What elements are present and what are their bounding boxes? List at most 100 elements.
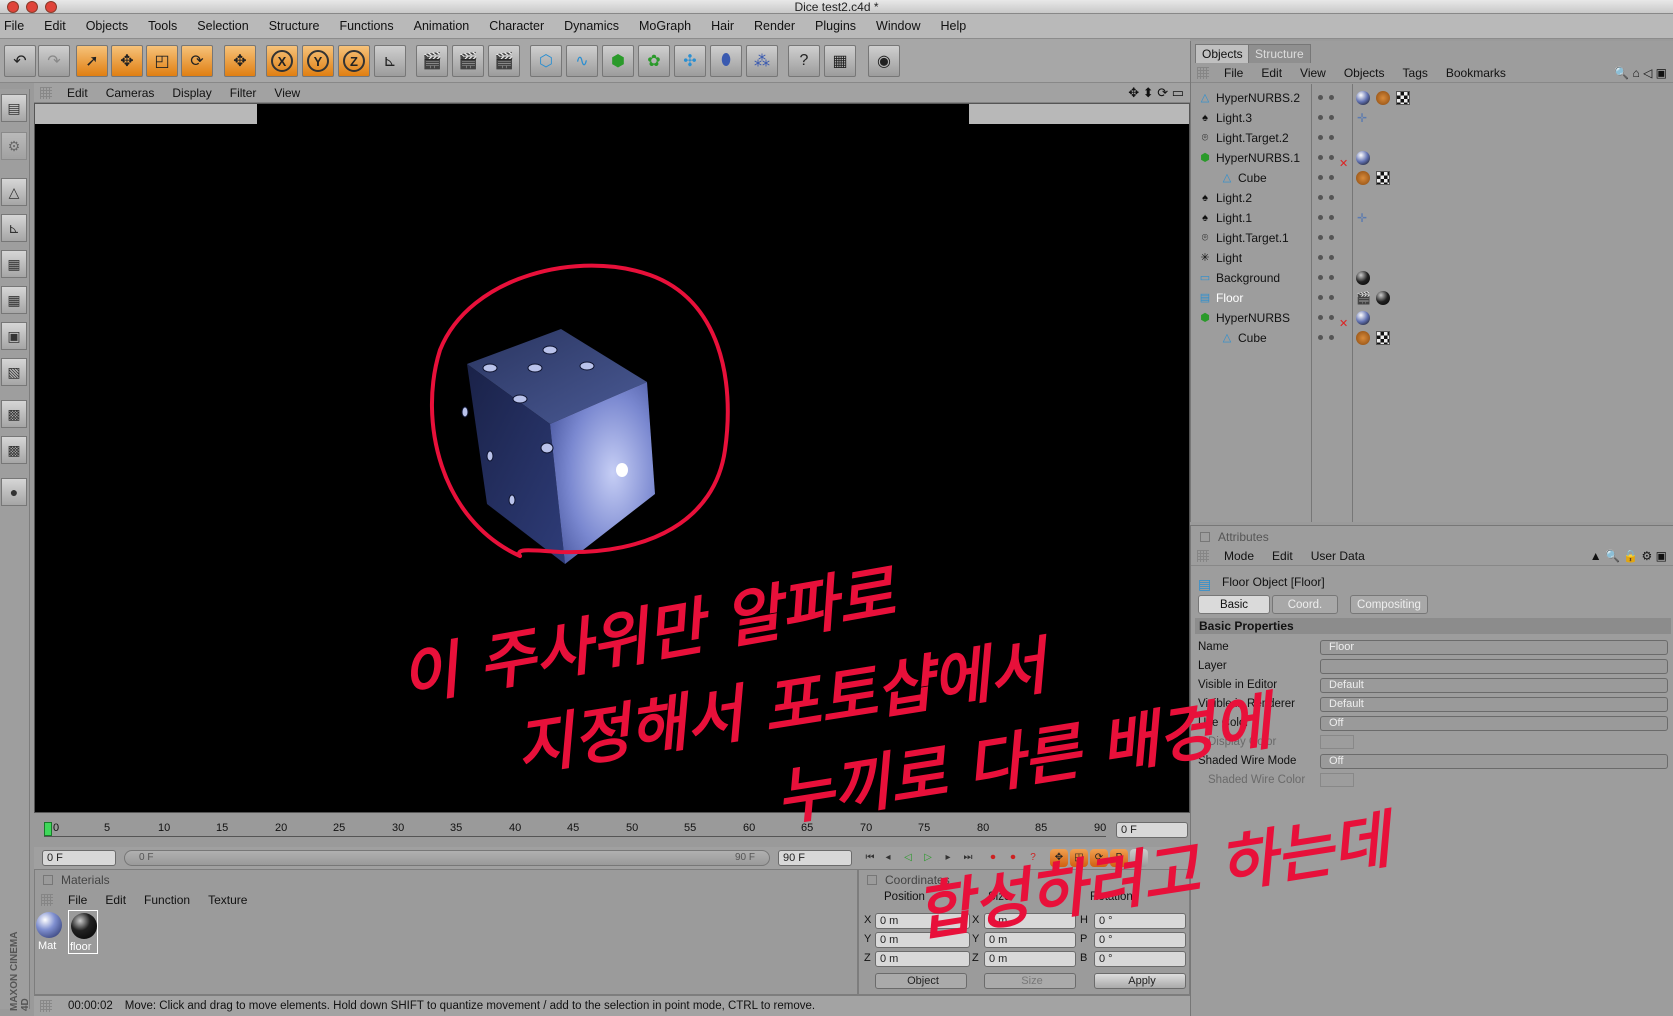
position-z-field[interactable]: 0 m	[875, 951, 970, 967]
timeline-playhead[interactable]	[44, 822, 52, 836]
rotation-h-field[interactable]: 0 °	[1094, 913, 1186, 929]
x-axis-button[interactable]: X	[266, 45, 298, 77]
texture-tag-icon[interactable]	[1356, 331, 1370, 345]
use-color-dropdown[interactable]: Off	[1320, 716, 1668, 731]
size-z-field[interactable]: 0 m	[984, 951, 1076, 967]
target-tag-icon[interactable]: ✛	[1357, 211, 1367, 225]
uv-button[interactable]: ▧	[1, 358, 27, 386]
autokey-icon[interactable]: ⏺	[1005, 850, 1021, 866]
texture-button[interactable]: ▩	[1, 400, 27, 428]
layout-quad-button[interactable]: ▣	[1, 322, 27, 350]
uvw-tag-icon[interactable]	[1376, 171, 1390, 185]
use-points-button[interactable]: △	[1, 178, 27, 206]
menu-hair[interactable]: Hair	[699, 19, 742, 33]
visibility-dots[interactable]	[1316, 208, 1340, 228]
materials-menu-file[interactable]: File	[59, 893, 96, 907]
objects-menu-objects[interactable]: Objects	[1335, 66, 1394, 80]
menu-selection[interactable]: Selection	[185, 19, 256, 33]
visibility-dots[interactable]	[1316, 268, 1340, 288]
next-key-icon[interactable]: ▸	[940, 850, 956, 866]
undo-button[interactable]: ↶	[4, 45, 36, 77]
visible-in-editor-dropdown[interactable]: Default	[1320, 678, 1668, 693]
menu-dynamics[interactable]: Dynamics	[552, 19, 627, 33]
menu-structure[interactable]: Structure	[257, 19, 328, 33]
menu-objects[interactable]: Objects	[74, 19, 136, 33]
close-window-button[interactable]	[7, 1, 19, 13]
viewport-menu-cameras[interactable]: Cameras	[97, 86, 164, 100]
prev-key-icon[interactable]: ◂	[880, 850, 896, 866]
visibility-dots[interactable]	[1316, 128, 1340, 148]
add-nurbs-button[interactable]: ⬢	[602, 45, 634, 77]
visibility-dots[interactable]	[1316, 88, 1340, 108]
shaded-wire-color-swatch[interactable]	[1320, 773, 1354, 787]
viewport-menu-filter[interactable]: Filter	[221, 86, 266, 100]
tab-basic[interactable]: Basic	[1198, 595, 1270, 614]
disabled-x-icon[interactable]: ✕	[1339, 157, 1348, 170]
rotation-b-field[interactable]: 0 °	[1094, 951, 1186, 967]
add-scene-object-button[interactable]: ⬮	[710, 45, 742, 77]
sculpt-button[interactable]: ●	[1, 478, 27, 506]
objects-menu-edit[interactable]: Edit	[1252, 66, 1291, 80]
object-row[interactable]: ⬢ HyperNURBS	[1199, 308, 1311, 328]
attributes-menu-user-data[interactable]: User Data	[1302, 549, 1374, 563]
object-row[interactable]: ⌾ Light.Target.2	[1199, 128, 1311, 148]
key-scale-button[interactable]: ◰	[1070, 849, 1088, 867]
apply-button[interactable]: Apply	[1094, 973, 1186, 989]
menu-plugins[interactable]: Plugins	[803, 19, 864, 33]
object-row[interactable]: △ Cube	[1199, 328, 1311, 348]
add-cube-button[interactable]: ⬡	[530, 45, 562, 77]
size-mode-dropdown[interactable]: Size	[984, 973, 1076, 989]
object-row[interactable]: △ HyperNURBS.2	[1199, 88, 1311, 108]
live-selection-button[interactable]: ➚	[76, 45, 108, 77]
material-swatch-floor[interactable]: floor	[68, 910, 98, 954]
timeline-button[interactable]: ▦	[824, 45, 856, 77]
render-view-button[interactable]: 🎬	[416, 45, 448, 77]
rotation-p-field[interactable]: 0 °	[1094, 932, 1186, 948]
viewport-menu-edit[interactable]: Edit	[58, 86, 97, 100]
menu-tools[interactable]: Tools	[136, 19, 185, 33]
current-frame-field[interactable]: 0 F	[1116, 822, 1188, 838]
menu-functions[interactable]: Functions	[327, 19, 401, 33]
materials-menu-edit[interactable]: Edit	[96, 893, 135, 907]
viewport-menu-view[interactable]: View	[265, 86, 309, 100]
object-row[interactable]: ⌾ Light.Target.1	[1199, 228, 1311, 248]
position-x-field[interactable]: 0 m	[875, 913, 970, 929]
use-polygons-button[interactable]: ▦	[1, 250, 27, 278]
use-object-button[interactable]: ⚙	[1, 132, 27, 160]
move-tool-button[interactable]: ✥	[111, 45, 143, 77]
visibility-dots[interactable]	[1316, 248, 1340, 268]
attributes-nav-icons[interactable]: ▲ 🔍 🔒 ⚙ ▣	[1590, 549, 1673, 563]
viewport-menu-display[interactable]: Display	[163, 86, 220, 100]
visibility-dots[interactable]	[1316, 188, 1340, 208]
object-row[interactable]: ▤ Floor	[1199, 288, 1311, 308]
texture-tag-icon[interactable]	[1376, 91, 1390, 105]
panel-toggle-icon[interactable]	[867, 875, 877, 885]
panel-toggle-icon[interactable]	[1200, 532, 1210, 542]
minimize-window-button[interactable]	[26, 1, 38, 13]
visibility-dots[interactable]	[1316, 288, 1340, 308]
record-icon[interactable]: ⏺	[985, 850, 1001, 866]
tab-objects[interactable]: Objects	[1195, 44, 1250, 63]
visible-in-renderer-dropdown[interactable]: Default	[1320, 697, 1668, 712]
display-color-swatch[interactable]	[1320, 735, 1354, 749]
key-rotation-button[interactable]: ⟳	[1090, 849, 1108, 867]
object-row[interactable]: △ Cube	[1199, 168, 1311, 188]
tab-structure[interactable]: Structure	[1248, 44, 1311, 63]
use-edges-button[interactable]: ⊾	[1, 214, 27, 242]
visibility-dots[interactable]	[1316, 308, 1340, 328]
material-tag-icon[interactable]	[1376, 291, 1390, 305]
material-tag-icon[interactable]	[1356, 91, 1370, 105]
visibility-dots[interactable]	[1316, 168, 1340, 188]
3d-viewport[interactable]	[34, 103, 1190, 813]
menu-edit[interactable]: Edit	[32, 19, 74, 33]
zoom-window-button[interactable]	[45, 1, 57, 13]
coordinate-mode-dropdown[interactable]: Object	[875, 973, 967, 989]
material-tag-icon[interactable]	[1356, 311, 1370, 325]
keyframe-selection-icon[interactable]: ?	[1025, 850, 1041, 866]
layout-button[interactable]: ◉	[868, 45, 900, 77]
recent-tool-button[interactable]: ✥	[224, 45, 256, 77]
objects-menu-tags[interactable]: Tags	[1394, 66, 1437, 80]
texture-axis-button[interactable]: ▩	[1, 436, 27, 464]
use-model-button[interactable]: ▤	[1, 94, 27, 122]
objects-menu-view[interactable]: View	[1291, 66, 1335, 80]
